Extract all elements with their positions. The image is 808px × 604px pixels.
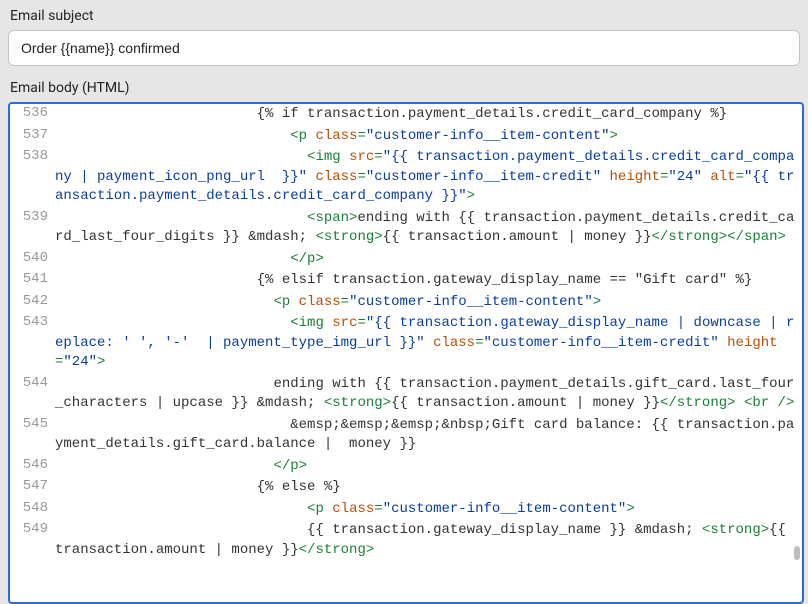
email-body-label: Email body (HTML) [10,80,800,96]
gutter: 538 [10,147,54,208]
code-line[interactable]: 536 {% if transaction.payment_details.cr… [10,104,802,126]
code-content[interactable]: <p class="customer-info__item-content"> [54,126,802,148]
code-line[interactable]: 547 {% else %} [10,477,802,499]
code-line[interactable]: 539 <span>ending with {{ transaction.pay… [10,208,802,249]
code-line[interactable]: 545 &emsp;&emsp;&emsp;&nbsp;Gift card ba… [10,415,802,456]
code-line[interactable]: 542 <p class="customer-info__item-conten… [10,292,802,314]
code-content[interactable]: </p> [54,456,802,478]
code-line[interactable]: 540 </p> [10,249,802,271]
code-content[interactable]: {{ transaction.gateway_display_name }} &… [54,520,802,561]
code-content[interactable]: <img src="{{ transaction.gateway_display… [54,313,802,374]
code-line[interactable]: 538 <img src="{{ transaction.payment_det… [10,147,802,208]
code-content[interactable]: <img src="{{ transaction.payment_details… [54,147,802,208]
code-content[interactable]: {% else %} [54,477,802,499]
code-line[interactable]: 549 {{ transaction.gateway_display_name … [10,520,802,561]
code-line[interactable]: 546 </p> [10,456,802,478]
gutter: 536 [10,104,54,126]
code-content[interactable]: {% elsif transaction.gateway_display_nam… [54,270,802,292]
gutter: 547 [10,477,54,499]
gutter: 549 [10,520,54,561]
email-subject-label: Email subject [10,8,800,24]
code-content[interactable]: <p class="customer-info__item-content"> [54,292,802,314]
code-content[interactable]: </p> [54,249,802,271]
code-content[interactable]: <p class="customer-info__item-content"> [54,499,802,521]
gutter: 544 [10,374,54,415]
code-line[interactable]: 548 <p class="customer-info__item-conten… [10,499,802,521]
code-content[interactable]: {% if transaction.payment_details.credit… [54,104,802,126]
gutter: 548 [10,499,54,521]
code-content[interactable]: <span>ending with {{ transaction.payment… [54,208,802,249]
gutter: 539 [10,208,54,249]
code-content[interactable]: ending with {{ transaction.payment_detai… [54,374,802,415]
code-line[interactable]: 541 {% elsif transaction.gateway_display… [10,270,802,292]
email-subject-input[interactable] [8,30,800,66]
scrollbar-thumb[interactable] [794,546,800,560]
gutter: 545 [10,415,54,456]
editor-scrollbar[interactable] [792,104,800,602]
email-body-editor[interactable]: 536 {% if transaction.payment_details.cr… [8,102,804,604]
code-line[interactable]: 544 ending with {{ transaction.payment_d… [10,374,802,415]
code-content[interactable]: &emsp;&emsp;&emsp;&nbsp;Gift card balanc… [54,415,802,456]
gutter: 542 [10,292,54,314]
gutter: 540 [10,249,54,271]
gutter: 541 [10,270,54,292]
code-line[interactable]: 543 <img src="{{ transaction.gateway_dis… [10,313,802,374]
gutter: 546 [10,456,54,478]
gutter: 537 [10,126,54,148]
code-line[interactable]: 537 <p class="customer-info__item-conten… [10,126,802,148]
gutter: 543 [10,313,54,374]
